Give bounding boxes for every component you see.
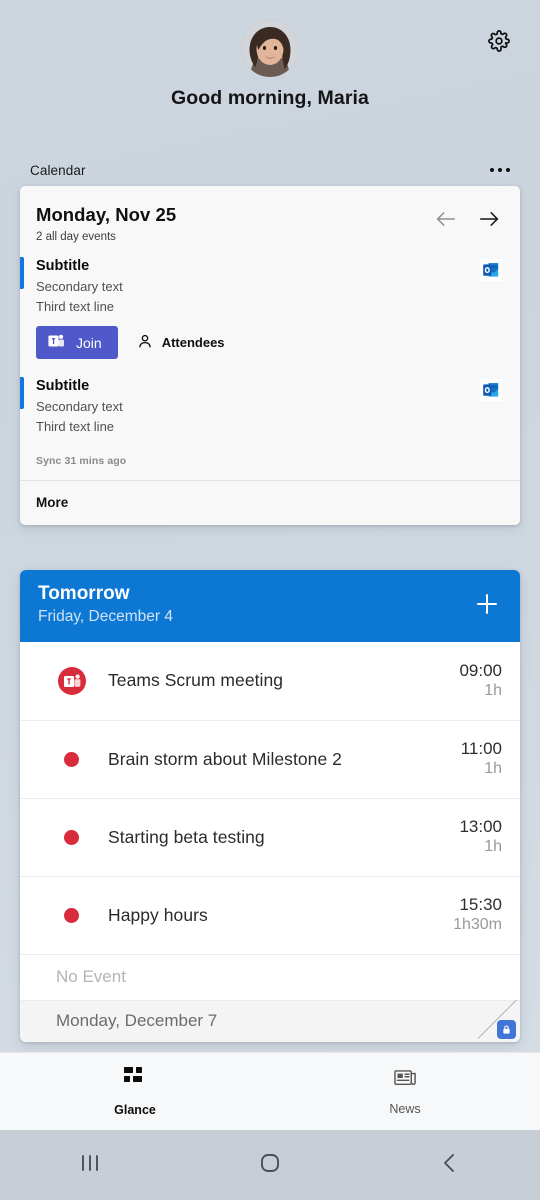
list-item[interactable]: Teams Scrum meeting 09:00 1h [20, 641, 520, 720]
list-item[interactable]: Happy hours 15:30 1h30m [20, 875, 520, 954]
calendar-card-header: Monday, Nov 25 2 all day events [20, 186, 520, 251]
greeting-text: Good morning, Maria [171, 87, 369, 109]
event-duration: 1h [484, 681, 502, 699]
calendar-section-header: Calendar [30, 160, 512, 180]
arrow-right-icon [479, 210, 500, 233]
outlook-icon [480, 259, 502, 281]
glance-grid-icon [124, 1066, 146, 1094]
event-name: Starting beta testing [108, 826, 265, 847]
avatar[interactable] [241, 20, 299, 77]
back-icon [439, 1151, 461, 1180]
home-icon [258, 1151, 282, 1180]
calendar-date-title: Monday, Nov 25 [36, 204, 177, 225]
join-button-label: Join [76, 334, 102, 351]
event-duration: 1h30m [453, 916, 502, 934]
settings-button[interactable] [484, 28, 514, 58]
more-button[interactable]: More [20, 481, 520, 525]
teams-icon [48, 333, 65, 352]
event-name: Happy hours [108, 904, 208, 925]
event-time-block: 13:00 1h [459, 816, 502, 858]
more-horizontal-icon[interactable] [488, 162, 513, 179]
recents-button[interactable] [0, 1130, 180, 1200]
plus-icon [474, 591, 500, 620]
all-day-summary: 2 all day events [36, 231, 116, 243]
avatar-image [241, 20, 299, 77]
tomorrow-date: Friday, December 4 [38, 608, 173, 626]
bottom-tabbar: Glance News [0, 1052, 540, 1130]
event-start-time: 13:00 [459, 817, 502, 837]
event-actions: Join Attendees [36, 326, 502, 360]
tomorrow-event-list: Teams Scrum meeting 09:00 1h Brain storm… [20, 641, 520, 1042]
event-title: Subtitle [36, 378, 90, 395]
event-start-time: 09:00 [459, 660, 502, 680]
sync-status: Sync 31 mins ago [36, 455, 127, 468]
dot-icon [64, 829, 79, 845]
event-duration: 1h [484, 760, 502, 778]
attendees-button[interactable]: Attendees [128, 328, 235, 358]
next-day-row[interactable]: Monday, December 7 [20, 999, 520, 1042]
person-icon [138, 334, 152, 352]
calendar-date-block: Monday, Nov 25 2 all day events [36, 204, 176, 243]
calendar-nav [432, 204, 502, 234]
tab-label: Glance [114, 1102, 156, 1117]
tab-label: News [389, 1101, 421, 1116]
attendees-label: Attendees [161, 335, 225, 351]
home-button[interactable] [180, 1130, 360, 1200]
event-title: Subtitle [36, 258, 90, 274]
lock-badge-icon [497, 1019, 516, 1039]
outlook-icon [480, 379, 502, 402]
list-item[interactable]: Brain storm about Milestone 2 11:00 1h [20, 719, 520, 798]
list-item[interactable]: Starting beta testing 13:00 1h [20, 797, 520, 876]
event-time-block: 09:00 1h [459, 660, 502, 702]
recents-icon [78, 1152, 102, 1179]
calendar-event[interactable]: Subtitle Secondary text Third text line [20, 363, 520, 441]
tomorrow-title: Tomorrow [38, 583, 130, 604]
content-area: Good morning, Maria Calendar Monday, Nov… [0, 0, 540, 1052]
join-button[interactable]: Join [36, 326, 118, 360]
event-time-block: 15:30 1h30m [453, 894, 502, 936]
no-event-row: No Event [20, 953, 520, 1000]
section-title: Calendar [30, 162, 86, 178]
event-text-block: Subtitle Secondary text Third text line [36, 257, 123, 317]
event-accent-bar [20, 377, 24, 410]
calendar-event[interactable]: Subtitle Secondary text Third text line [20, 251, 520, 363]
event-secondary-text: Secondary text [36, 398, 123, 414]
prev-day-button[interactable] [432, 208, 458, 234]
add-event-button[interactable] [470, 588, 504, 622]
app-screen: Good morning, Maria Calendar Monday, Nov… [0, 0, 540, 1200]
event-name: Teams Scrum meeting [108, 670, 284, 691]
tomorrow-card-header: Tomorrow Friday, December 4 [20, 570, 520, 642]
event-accent-bar [20, 257, 24, 289]
tab-news[interactable]: News [270, 1053, 540, 1130]
teams-circle-icon [58, 666, 86, 695]
event-name: Brain storm about Milestone 2 [108, 748, 342, 769]
arrow-left-icon [435, 210, 456, 233]
event-duration: 1h [484, 838, 502, 856]
news-icon [393, 1068, 417, 1093]
event-text-block: Subtitle Secondary text Third text line [36, 377, 123, 437]
dot-icon [64, 907, 79, 923]
event-time-block: 11:00 1h [461, 738, 502, 780]
resize-handle[interactable] [478, 999, 520, 1042]
calendar-card: Monday, Nov 25 2 all day events Subtitle… [20, 186, 520, 526]
next-day-button[interactable] [476, 208, 502, 234]
event-third-text: Third text line [36, 418, 115, 434]
dot-icon [64, 751, 79, 767]
tab-glance[interactable]: Glance [0, 1053, 270, 1130]
event-third-text: Third text line [36, 298, 115, 314]
tomorrow-title-block: Tomorrow Friday, December 4 [38, 583, 173, 628]
back-button[interactable] [360, 1130, 540, 1200]
event-start-time: 11:00 [460, 739, 502, 759]
gear-icon [488, 29, 510, 57]
tomorrow-card: Tomorrow Friday, December 4 Teams Scrum … [20, 570, 520, 1042]
system-navigation-bar [0, 1130, 540, 1200]
event-start-time: 15:30 [459, 895, 502, 915]
event-secondary-text: Secondary text [36, 278, 123, 294]
